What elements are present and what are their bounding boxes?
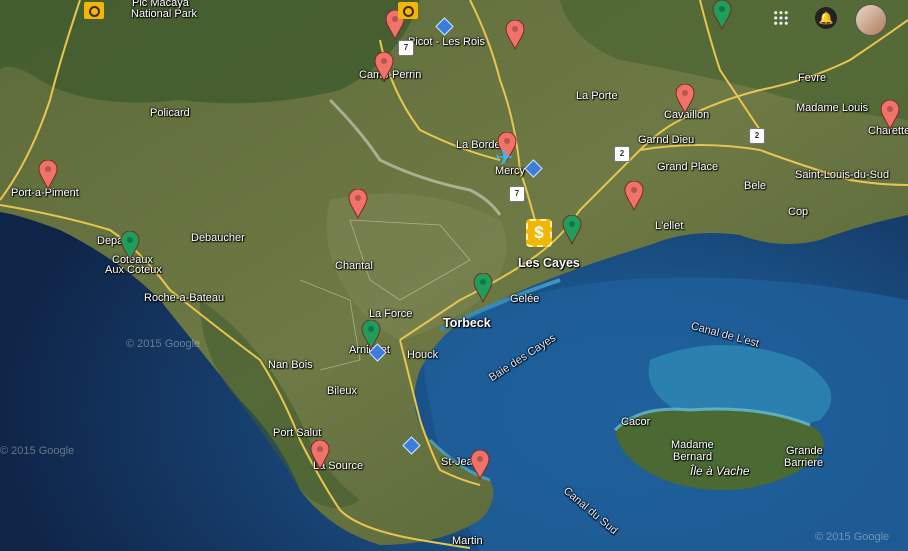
camera-icon[interactable]	[398, 2, 418, 19]
route-shield: 7	[398, 40, 414, 56]
place-label: Madame Louis	[796, 102, 869, 114]
place-label: Fevre	[798, 72, 827, 84]
place-label: Bernard	[673, 451, 713, 463]
airplane-icon[interactable]: ✈	[495, 147, 513, 169]
place-label: Garnd Dieu	[638, 134, 695, 146]
avatar[interactable]	[855, 4, 887, 36]
marker-green[interactable]	[562, 214, 582, 246]
marker-red[interactable]	[675, 83, 695, 115]
marker-red[interactable]	[880, 99, 900, 131]
marker-green[interactable]	[712, 0, 732, 31]
place-label: La Force	[369, 308, 413, 320]
marker-red[interactable]	[624, 180, 644, 212]
place-label: Aux Coteux	[105, 264, 162, 276]
marker-red[interactable]	[310, 439, 330, 471]
marker-green[interactable]	[120, 230, 140, 262]
marker-green[interactable]	[473, 272, 493, 304]
place-label: Madame	[671, 439, 714, 451]
map-watermark: © 2015 Google	[815, 531, 890, 543]
place-label: Debaucher	[191, 232, 245, 244]
marker-red[interactable]	[505, 19, 525, 51]
place-label: Roche-a-Bateau	[144, 292, 225, 304]
place-label: Grande	[786, 445, 823, 457]
bell-icon[interactable]: 🔔	[815, 7, 837, 29]
place-label: Gelée	[510, 293, 540, 305]
place-label: Bileux	[327, 385, 357, 397]
place-label: Cacor	[621, 416, 651, 428]
place-label: Barriere	[784, 457, 824, 469]
place-label-major: Torbeck	[443, 316, 491, 330]
route-shield: 2	[749, 128, 765, 144]
place-label: Port Salut	[273, 427, 322, 439]
marker-red[interactable]	[374, 51, 394, 83]
marker-red[interactable]	[38, 159, 58, 191]
marker-red[interactable]	[348, 188, 368, 220]
place-label: Chantal	[335, 260, 373, 272]
place-label: Grand Place	[657, 161, 719, 173]
map-watermark: © 2015 Google	[0, 445, 75, 457]
camera-icon[interactable]	[84, 2, 104, 19]
place-label: La Borde	[456, 139, 501, 151]
place-label: National Park	[131, 8, 198, 20]
place-label: Picot - Les Rois	[408, 36, 486, 48]
place-label: Houck	[407, 349, 439, 361]
place-label: Bele	[744, 180, 767, 192]
apps-grid-icon[interactable]	[773, 10, 789, 26]
dollar-icon[interactable]: $	[526, 219, 552, 247]
place-label: Saint-Louis-du-Sud	[795, 169, 890, 181]
place-label: L'ellet	[655, 220, 684, 232]
route-shield: 7	[509, 186, 525, 202]
route-shield: 2	[614, 146, 630, 162]
place-label: La Porte	[576, 90, 618, 102]
marker-red[interactable]	[470, 449, 490, 481]
place-label: Policard	[150, 107, 190, 119]
place-label: Cop	[788, 206, 809, 218]
place-label-major: Les Cayes	[518, 256, 580, 270]
place-label: Martin	[452, 535, 483, 547]
place-label: Nan Bois	[268, 359, 313, 371]
island-label: Île à Vache	[690, 464, 750, 478]
map-watermark: © 2015 Google	[126, 338, 201, 350]
